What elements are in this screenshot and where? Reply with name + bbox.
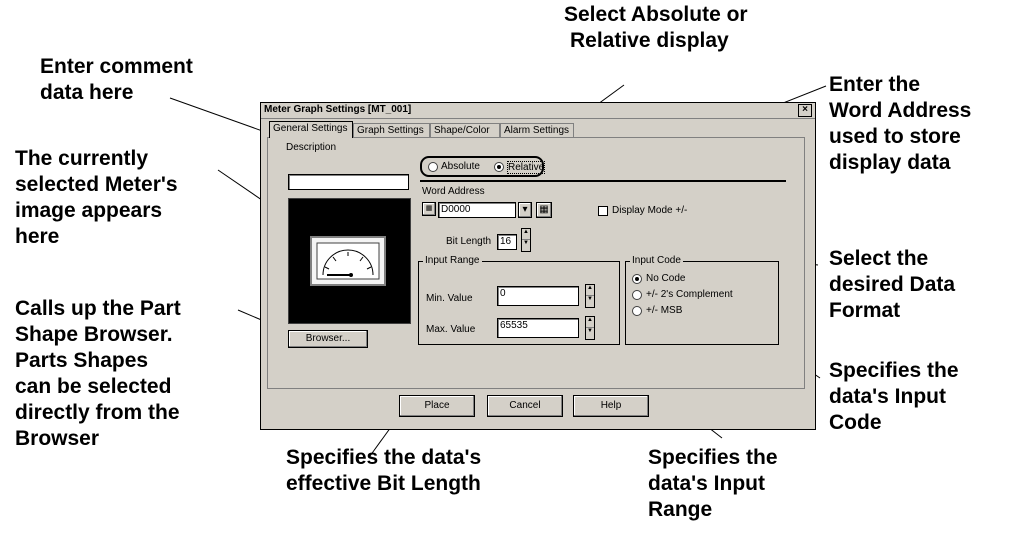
meter-icon bbox=[310, 236, 386, 286]
tab-graph-settings[interactable]: Graph Settings bbox=[353, 123, 430, 137]
general-settings-panel: Description Browser... Absolute Relative bbox=[267, 137, 805, 389]
min-value-field[interactable]: 0 bbox=[497, 286, 579, 306]
word-address-field[interactable]: D0000 bbox=[438, 202, 516, 218]
tab-general-settings[interactable]: General Settings bbox=[269, 121, 353, 138]
meter-graph-settings-dialog: Meter Graph Settings [MT_001] × General … bbox=[260, 102, 816, 430]
input-range-title: Input Range bbox=[423, 255, 482, 266]
browser-button[interactable]: Browser... bbox=[288, 330, 368, 348]
spin-down-icon[interactable]: ▼ bbox=[586, 296, 594, 307]
input-code-title: Input Code bbox=[630, 255, 683, 266]
word-address-dropdown-button[interactable]: ▾ bbox=[518, 202, 532, 218]
device-icon: ▦ bbox=[425, 205, 433, 212]
max-value-field[interactable]: 65535 bbox=[497, 318, 579, 338]
help-button[interactable]: Help bbox=[573, 395, 649, 417]
callout-data-format: Select the desired Data Format bbox=[829, 247, 956, 322]
callout-image: The currently selected Meter's image appe… bbox=[15, 147, 178, 248]
max-value-label: Max. Value bbox=[426, 324, 476, 335]
help-button-label: Help bbox=[600, 400, 622, 411]
callout-comment: Enter comment data here bbox=[40, 55, 193, 104]
spin-down-icon[interactable]: ▼ bbox=[586, 328, 594, 339]
input-code-option-2s-complement: +/- 2's Complement bbox=[646, 289, 733, 300]
callout-input-range: Specifies the data's Input Range bbox=[648, 446, 778, 521]
input-code-radio-msb[interactable] bbox=[632, 306, 642, 316]
callout-word-address: Enter the Word Address used to store displ… bbox=[829, 73, 972, 174]
address-type-button[interactable]: ▦ bbox=[422, 202, 436, 216]
input-code-radio-2s-complement[interactable] bbox=[632, 290, 642, 300]
bit-length-field[interactable]: 16 bbox=[497, 234, 517, 250]
place-button[interactable]: Place bbox=[399, 395, 475, 417]
chevron-down-icon: ▾ bbox=[522, 204, 528, 215]
spin-up-icon[interactable]: ▲ bbox=[522, 229, 530, 240]
input-code-radio-no-code[interactable] bbox=[632, 274, 642, 284]
dialog-title: Meter Graph Settings [MT_001] bbox=[264, 104, 412, 115]
close-button[interactable]: × bbox=[798, 104, 812, 117]
bit-length-spinner[interactable]: ▲ ▼ bbox=[521, 228, 531, 252]
meter-image-preview bbox=[288, 198, 411, 324]
absolute-radio[interactable] bbox=[428, 162, 438, 172]
callout-bit-length: Specifies the data's effective Bit Length bbox=[286, 446, 482, 495]
tab-shape-color[interactable]: Shape/Color bbox=[430, 123, 500, 137]
callout-browser: Calls up the Part Shape Browser. Parts Sh… bbox=[15, 297, 181, 450]
display-separator bbox=[420, 180, 786, 182]
spin-up-icon[interactable]: ▲ bbox=[586, 285, 594, 296]
relative-radio[interactable] bbox=[494, 162, 504, 172]
address-keypad-button[interactable]: ▦ bbox=[536, 202, 552, 218]
min-value-label: Min. Value bbox=[426, 293, 473, 304]
keypad-icon: ▦ bbox=[539, 204, 549, 215]
min-value-spinner[interactable]: ▲ ▼ bbox=[585, 284, 595, 308]
input-code-option-msb: +/- MSB bbox=[646, 305, 683, 316]
callout-input-code: Specifies the data's Input Code bbox=[829, 359, 959, 434]
max-value-spinner[interactable]: ▲ ▼ bbox=[585, 316, 595, 340]
word-address-label: Word Address bbox=[422, 186, 485, 197]
description-field[interactable] bbox=[288, 174, 409, 190]
description-label: Description bbox=[286, 142, 337, 153]
display-mode-label: Display Mode +/- bbox=[612, 205, 688, 216]
relative-label: Relative bbox=[507, 161, 546, 174]
absolute-label: Absolute bbox=[441, 161, 480, 172]
tab-alarm-settings[interactable]: Alarm Settings bbox=[500, 123, 574, 137]
input-code-option-no-code: No Code bbox=[646, 273, 686, 284]
cancel-button[interactable]: Cancel bbox=[487, 395, 563, 417]
callout-absrel: Select Absolute or Relative display bbox=[564, 3, 748, 52]
spin-up-icon[interactable]: ▲ bbox=[586, 317, 594, 328]
spin-down-icon[interactable]: ▼ bbox=[522, 240, 530, 251]
bit-length-label: Bit Length bbox=[446, 236, 492, 247]
display-mode-checkbox[interactable] bbox=[598, 206, 608, 216]
dialog-titlebar[interactable]: Meter Graph Settings [MT_001] × bbox=[261, 103, 815, 119]
